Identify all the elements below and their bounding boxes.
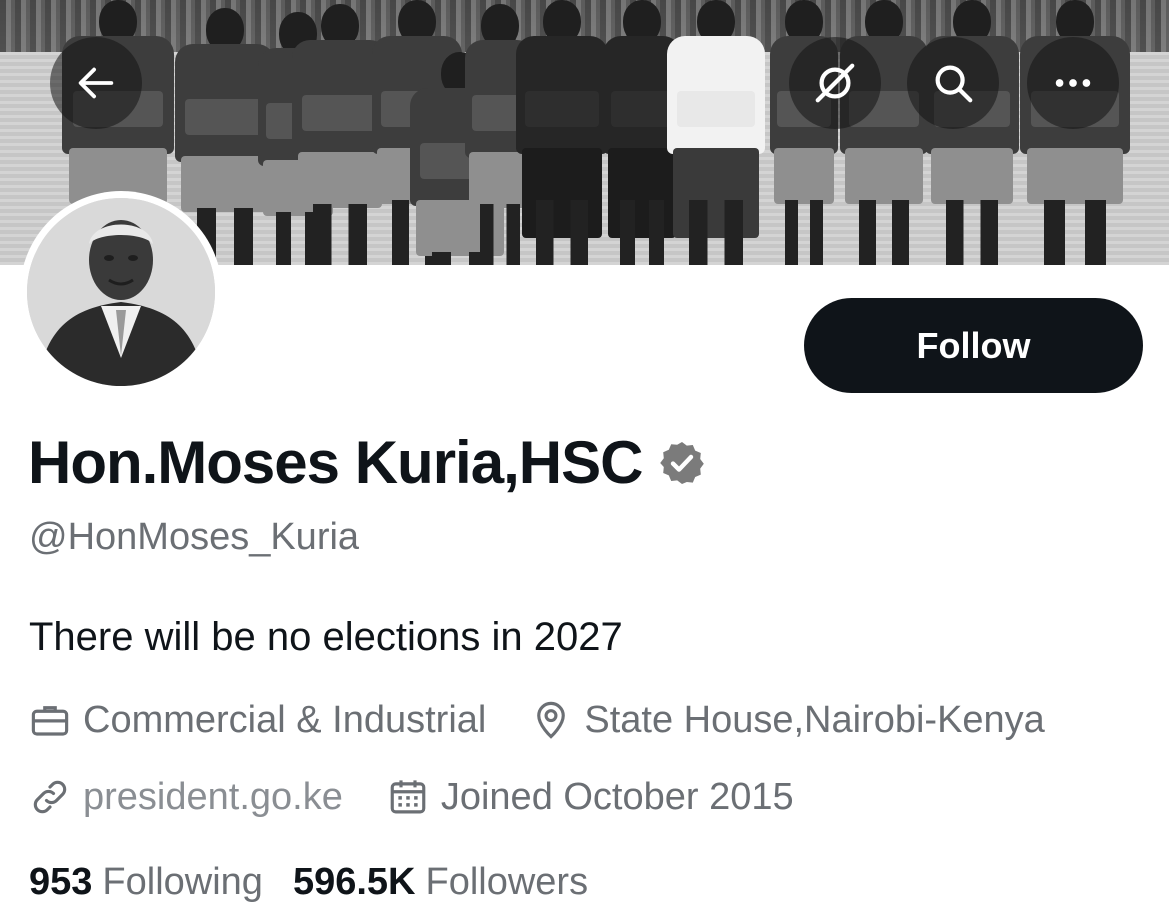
category-text: Commercial & Industrial [83,698,487,741]
more-horizontal-icon [1055,79,1091,87]
profile-category: Commercial & Industrial [29,699,486,742]
following-count: 953 [29,860,93,903]
profile-meta-row: president.go.ke Joined October 2015 [29,773,794,821]
profile-joined: Joined October 2015 [387,776,794,819]
search-button[interactable] [907,37,999,129]
arrow-left-icon [78,67,114,99]
grok-icon [815,63,855,103]
profile-handle: @HonMoses_Kuria [29,516,360,558]
profile-location: State House,Nairobi-Kenya [530,698,1045,742]
back-button[interactable] [50,37,142,129]
display-name: Hon.Moses Kuria,HSC [28,429,643,496]
avatar-photo [27,198,215,386]
profile-bio: There will be no elections in 2027 [29,615,623,659]
joined-date: Joined October 2015 [440,775,794,818]
location-pin-icon [537,701,566,739]
banner-person [667,0,765,265]
profile-stats: 953 Following 596.5K Followers [29,858,588,906]
banner-person [516,0,608,265]
profile-website[interactable]: president.go.ke [29,776,343,819]
following-label: Following [102,860,263,903]
followers-label: Followers [425,860,589,903]
profile-meta-row: Commercial & Industrial State House,Nair… [29,696,1045,744]
profile-name-row: Hon.Moses Kuria,HSC [28,428,706,498]
grok-button[interactable] [789,37,881,129]
verified-badge-icon[interactable] [658,439,706,487]
link-icon [33,780,67,814]
following-stat[interactable]: 953 Following [29,861,263,904]
search-icon [935,65,973,103]
followers-count: 596.5K [292,860,416,903]
followers-stat[interactable]: 596.5K Followers [293,861,588,904]
website-link[interactable]: president.go.ke [83,776,343,819]
briefcase-icon [31,706,69,736]
more-button[interactable] [1027,37,1119,129]
profile-avatar[interactable] [20,191,222,393]
location-text: State House,Nairobi-Kenya [584,698,1045,741]
follow-button[interactable]: Follow [804,298,1143,393]
calendar-icon [390,780,426,814]
